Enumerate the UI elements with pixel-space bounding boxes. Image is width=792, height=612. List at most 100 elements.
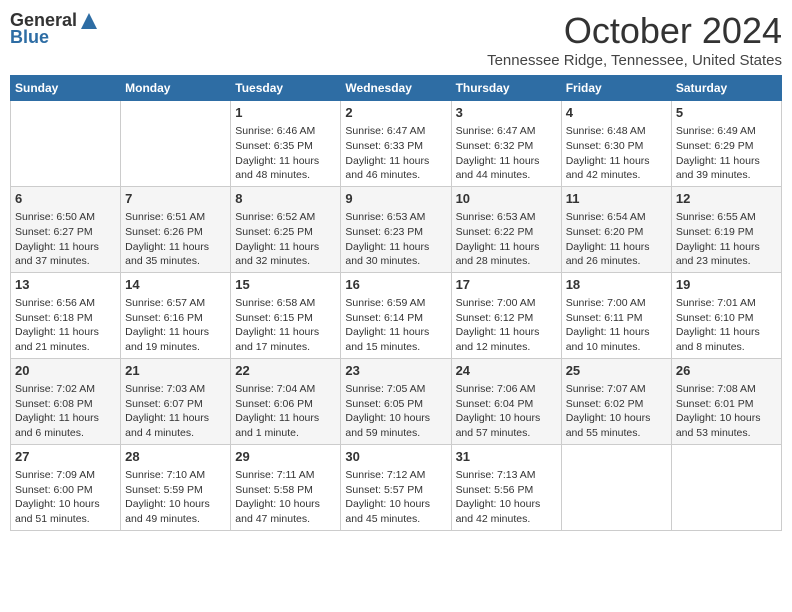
- calendar-cell: 21 Sunrise: 7:03 AM Sunset: 6:07 PM Dayli…: [121, 358, 231, 444]
- day-detail: Sunrise: 6:51 AM Sunset: 6:26 PM Dayligh…: [125, 210, 226, 269]
- calendar-cell: 15Sunrise: 6:58 AM Sunset: 6:15 PM Dayli…: [231, 272, 341, 358]
- day-number: 16: [345, 276, 446, 294]
- calendar-cell: 17 Sunrise: 7:00 AM Sunset: 6:12 PM Dayli…: [451, 272, 561, 358]
- calendar-cell: 19Sunrise: 7:01 AM Sunset: 6:10 PM Dayli…: [671, 272, 781, 358]
- day-number: 6: [15, 190, 116, 208]
- day-detail: Sunrise: 6:57 AM Sunset: 6:16 PM Dayligh…: [125, 296, 226, 355]
- day-detail: Sunrise: 7:06 AM Sunset: 6:04 PM Dayligh…: [456, 382, 557, 441]
- day-detail: Sunrise: 7:10 AM Sunset: 5:59 PM Dayligh…: [125, 468, 226, 527]
- calendar-week-1: 1 Sunrise: 6:46 AM Sunset: 6:35 PM Daylig…: [11, 101, 782, 187]
- day-detail: Sunrise: 7:05 AM Sunset: 6:05 PM Dayligh…: [345, 382, 446, 441]
- day-detail: Sunrise: 6:58 AM Sunset: 6:15 PM Dayligh…: [235, 296, 336, 355]
- day-number: 29: [235, 448, 336, 466]
- calendar-cell: 13Sunrise: 6:56 AM Sunset: 6:18 PM Dayli…: [11, 272, 121, 358]
- day-detail: Sunrise: 6:52 AM Sunset: 6:25 PM Dayligh…: [235, 210, 336, 269]
- day-detail: Sunrise: 7:04 AM Sunset: 6:06 PM Dayligh…: [235, 382, 336, 441]
- calendar-cell: 23 Sunrise: 7:05 AM Sunset: 6:05 PM Dayli…: [341, 358, 451, 444]
- calendar-cell: 5Sunrise: 6:49 AM Sunset: 6:29 PM Daylig…: [671, 101, 781, 187]
- day-number: 28: [125, 448, 226, 466]
- title-area: October 2024 Tennessee Ridge, Tennessee,…: [487, 10, 782, 69]
- day-number: 27: [15, 448, 116, 466]
- day-number: 25: [566, 362, 667, 380]
- logo-icon: [79, 11, 99, 31]
- logo-blue-text: Blue: [10, 27, 49, 48]
- day-number: 18: [566, 276, 667, 294]
- calendar-cell: 9 Sunrise: 6:53 AM Sunset: 6:23 PM Daylig…: [341, 186, 451, 272]
- calendar-cell: 18 Sunrise: 7:00 AM Sunset: 6:11 PM Dayli…: [561, 272, 671, 358]
- day-number: 8: [235, 190, 336, 208]
- day-header-sunday: Sunday: [11, 76, 121, 101]
- day-number: 26: [676, 362, 777, 380]
- calendar-week-2: 6 Sunrise: 6:50 AM Sunset: 6:27 PM Daylig…: [11, 186, 782, 272]
- day-number: 4: [566, 104, 667, 122]
- calendar-cell: 3Sunrise: 6:47 AM Sunset: 6:32 PM Daylig…: [451, 101, 561, 187]
- calendar-cell: 4 Sunrise: 6:48 AM Sunset: 6:30 PM Daylig…: [561, 101, 671, 187]
- calendar-header: SundayMondayTuesdayWednesdayThursdayFrid…: [11, 76, 782, 101]
- calendar-cell: 31Sunrise: 7:13 AM Sunset: 5:56 PM Dayli…: [451, 444, 561, 530]
- day-header-tuesday: Tuesday: [231, 76, 341, 101]
- page-header: General Blue October 2024 Tennessee Ridg…: [10, 10, 782, 69]
- day-detail: Sunrise: 6:53 AM Sunset: 6:22 PM Dayligh…: [456, 210, 557, 269]
- location: Tennessee Ridge, Tennessee, United State…: [487, 52, 782, 69]
- day-number: 23: [345, 362, 446, 380]
- day-detail: Sunrise: 6:55 AM Sunset: 6:19 PM Dayligh…: [676, 210, 777, 269]
- calendar-cell: 26Sunrise: 7:08 AM Sunset: 6:01 PM Dayli…: [671, 358, 781, 444]
- day-detail: Sunrise: 6:46 AM Sunset: 6:35 PM Dayligh…: [235, 124, 336, 183]
- calendar-cell: 29 Sunrise: 7:11 AM Sunset: 5:58 PM Dayli…: [231, 444, 341, 530]
- day-number: 9: [345, 190, 446, 208]
- calendar-cell: 1 Sunrise: 6:46 AM Sunset: 6:35 PM Daylig…: [231, 101, 341, 187]
- day-detail: Sunrise: 6:53 AM Sunset: 6:23 PM Dayligh…: [345, 210, 446, 269]
- calendar-cell: 7 Sunrise: 6:51 AM Sunset: 6:26 PM Daylig…: [121, 186, 231, 272]
- day-detail: Sunrise: 7:01 AM Sunset: 6:10 PM Dayligh…: [676, 296, 777, 355]
- day-number: 10: [456, 190, 557, 208]
- day-number: 5: [676, 104, 777, 122]
- day-detail: Sunrise: 7:03 AM Sunset: 6:07 PM Dayligh…: [125, 382, 226, 441]
- day-header-monday: Monday: [121, 76, 231, 101]
- day-detail: Sunrise: 6:50 AM Sunset: 6:27 PM Dayligh…: [15, 210, 116, 269]
- day-header-friday: Friday: [561, 76, 671, 101]
- day-number: 21: [125, 362, 226, 380]
- calendar-cell: 22Sunrise: 7:04 AM Sunset: 6:06 PM Dayli…: [231, 358, 341, 444]
- logo: General Blue: [10, 10, 99, 48]
- month-title: October 2024: [487, 10, 782, 52]
- day-number: 3: [456, 104, 557, 122]
- day-number: 11: [566, 190, 667, 208]
- calendar-cell: [671, 444, 781, 530]
- calendar-week-4: 20 Sunrise: 7:02 AM Sunset: 6:08 PM Dayli…: [11, 358, 782, 444]
- day-number: 30: [345, 448, 446, 466]
- calendar-cell: 8 Sunrise: 6:52 AM Sunset: 6:25 PM Daylig…: [231, 186, 341, 272]
- calendar-cell: 20 Sunrise: 7:02 AM Sunset: 6:08 PM Dayli…: [11, 358, 121, 444]
- calendar-cell: 6 Sunrise: 6:50 AM Sunset: 6:27 PM Daylig…: [11, 186, 121, 272]
- calendar-cell: 16 Sunrise: 6:59 AM Sunset: 6:14 PM Dayli…: [341, 272, 451, 358]
- calendar-cell: [561, 444, 671, 530]
- day-detail: Sunrise: 7:11 AM Sunset: 5:58 PM Dayligh…: [235, 468, 336, 527]
- day-detail: Sunrise: 6:48 AM Sunset: 6:30 PM Dayligh…: [566, 124, 667, 183]
- day-number: 17: [456, 276, 557, 294]
- day-number: 13: [15, 276, 116, 294]
- calendar-cell: [11, 101, 121, 187]
- calendar-week-5: 27 Sunrise: 7:09 AM Sunset: 6:00 PM Dayli…: [11, 444, 782, 530]
- day-header-wednesday: Wednesday: [341, 76, 451, 101]
- day-detail: Sunrise: 7:02 AM Sunset: 6:08 PM Dayligh…: [15, 382, 116, 441]
- day-number: 1: [235, 104, 336, 122]
- day-detail: Sunrise: 7:09 AM Sunset: 6:00 PM Dayligh…: [15, 468, 116, 527]
- calendar-cell: 10 Sunrise: 6:53 AM Sunset: 6:22 PM Dayli…: [451, 186, 561, 272]
- calendar-week-3: 13Sunrise: 6:56 AM Sunset: 6:18 PM Dayli…: [11, 272, 782, 358]
- day-detail: Sunrise: 7:00 AM Sunset: 6:11 PM Dayligh…: [566, 296, 667, 355]
- calendar-cell: [121, 101, 231, 187]
- calendar-cell: 24 Sunrise: 7:06 AM Sunset: 6:04 PM Dayli…: [451, 358, 561, 444]
- calendar-cell: 28 Sunrise: 7:10 AM Sunset: 5:59 PM Dayli…: [121, 444, 231, 530]
- day-detail: Sunrise: 7:13 AM Sunset: 5:56 PM Dayligh…: [456, 468, 557, 527]
- day-header-thursday: Thursday: [451, 76, 561, 101]
- day-number: 7: [125, 190, 226, 208]
- calendar-cell: 27 Sunrise: 7:09 AM Sunset: 6:00 PM Dayli…: [11, 444, 121, 530]
- day-number: 24: [456, 362, 557, 380]
- calendar-cell: 30Sunrise: 7:12 AM Sunset: 5:57 PM Dayli…: [341, 444, 451, 530]
- day-detail: Sunrise: 7:00 AM Sunset: 6:12 PM Dayligh…: [456, 296, 557, 355]
- calendar-cell: 11 Sunrise: 6:54 AM Sunset: 6:20 PM Dayli…: [561, 186, 671, 272]
- day-number: 20: [15, 362, 116, 380]
- day-detail: Sunrise: 6:47 AM Sunset: 6:33 PM Dayligh…: [345, 124, 446, 183]
- day-detail: Sunrise: 6:59 AM Sunset: 6:14 PM Dayligh…: [345, 296, 446, 355]
- day-detail: Sunrise: 6:54 AM Sunset: 6:20 PM Dayligh…: [566, 210, 667, 269]
- day-number: 14: [125, 276, 226, 294]
